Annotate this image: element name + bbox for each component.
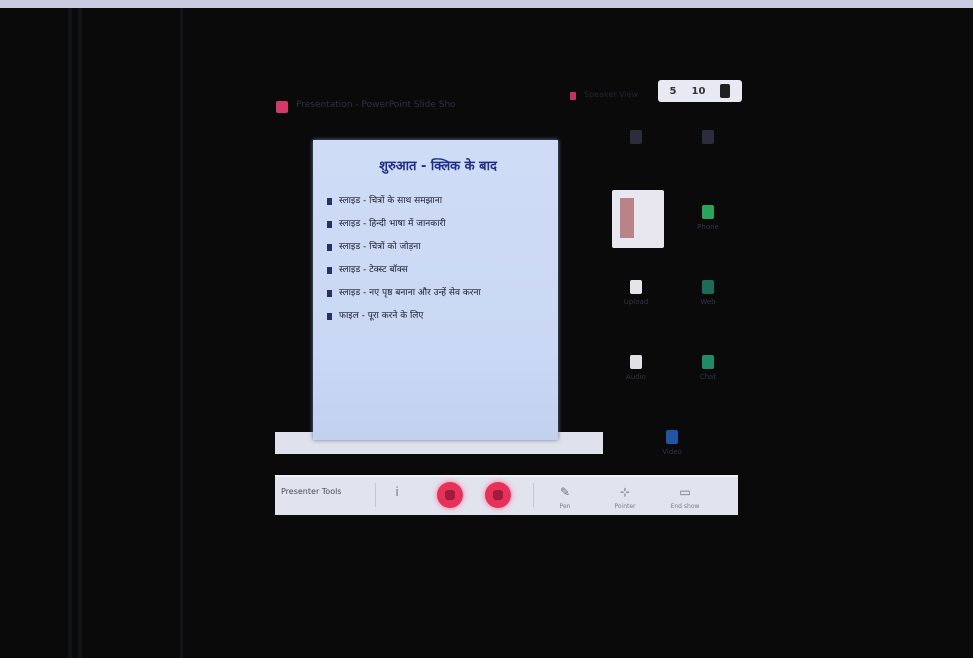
presentation-slide: शुरुआत - क्लिक के बाद स्लाइड - चित्रों क… bbox=[313, 140, 558, 440]
mic-icon bbox=[630, 355, 642, 369]
pen-icon[interactable]: ✎ bbox=[557, 485, 573, 503]
end-show-icon[interactable]: ▭ bbox=[677, 485, 693, 503]
record-indicator-icon bbox=[570, 92, 576, 100]
battery-icon bbox=[720, 84, 731, 98]
side-item-web[interactable]: Web bbox=[688, 280, 728, 306]
window-title: Presentation - PowerPoint Slide Show bbox=[296, 100, 456, 110]
phone-icon bbox=[702, 205, 714, 219]
download-icon bbox=[630, 130, 642, 144]
screen-reflection bbox=[180, 8, 183, 658]
pointer-label: Pointer bbox=[614, 503, 636, 510]
bullet-item: स्लाइड - चित्रों के साथ समझाना bbox=[327, 195, 547, 208]
bullet-item: स्लाइड - हिन्दी भाषा में जानकारी bbox=[327, 218, 547, 231]
toolbar-divider bbox=[375, 483, 376, 507]
slide-bullets: स्लाइड - चित्रों के साथ समझाना स्लाइड - … bbox=[327, 195, 547, 333]
globe-icon bbox=[702, 280, 714, 294]
bullet-item: स्लाइड - नए पृष्ठ बनाना और उन्हें सेव कर… bbox=[327, 287, 547, 300]
side-item-upload[interactable]: Upload bbox=[616, 280, 656, 306]
bullet-item: स्लाइड - टेक्स्ट बॉक्स bbox=[327, 264, 547, 277]
app-icon bbox=[276, 101, 288, 113]
presenter-toolbar: Presenter Tools i ✎ Pen ⊹ Pointer ▭ End … bbox=[275, 475, 738, 515]
bullet-item: स्लाइड - चित्रों को जोड़ना bbox=[327, 241, 547, 254]
speaker-view-label: Speaker View bbox=[584, 90, 639, 99]
upload-icon bbox=[630, 280, 642, 294]
record-button-1[interactable] bbox=[437, 482, 463, 508]
side-item-share[interactable] bbox=[688, 130, 728, 152]
slide-title: शुरुआत - क्लिक के बाद bbox=[379, 159, 497, 174]
side-item-chat[interactable]: Chat bbox=[688, 355, 728, 381]
record-button-2[interactable] bbox=[485, 482, 511, 508]
toolbar-divider bbox=[533, 483, 534, 507]
side-item-phone[interactable]: Phone bbox=[688, 205, 728, 231]
pointer-icon[interactable]: ⊹ bbox=[617, 485, 633, 503]
counter-value-2[interactable]: 10 bbox=[692, 86, 706, 97]
side-item-download[interactable] bbox=[616, 130, 656, 152]
slide-thumbnail[interactable] bbox=[612, 190, 664, 248]
side-item-audio[interactable]: Audio bbox=[616, 355, 656, 381]
end-show-label: End show bbox=[670, 503, 700, 510]
screen-reflection bbox=[68, 8, 72, 658]
video-icon bbox=[666, 430, 678, 444]
side-item-video[interactable]: Video bbox=[652, 430, 692, 456]
thumbnail-image bbox=[620, 198, 634, 238]
info-icon[interactable]: i bbox=[389, 485, 405, 503]
bullet-item: फाइल - पूरा करने के लिए bbox=[327, 310, 547, 323]
share-icon bbox=[702, 130, 714, 144]
screen-reflection bbox=[78, 8, 82, 658]
pen-label: Pen bbox=[559, 503, 571, 510]
chat-icon bbox=[702, 355, 714, 369]
counter-value-1[interactable]: 5 bbox=[670, 86, 677, 97]
slide-counter-control[interactable]: 5 10 bbox=[658, 80, 742, 102]
toolbar-field[interactable]: Presenter Tools bbox=[281, 487, 366, 503]
